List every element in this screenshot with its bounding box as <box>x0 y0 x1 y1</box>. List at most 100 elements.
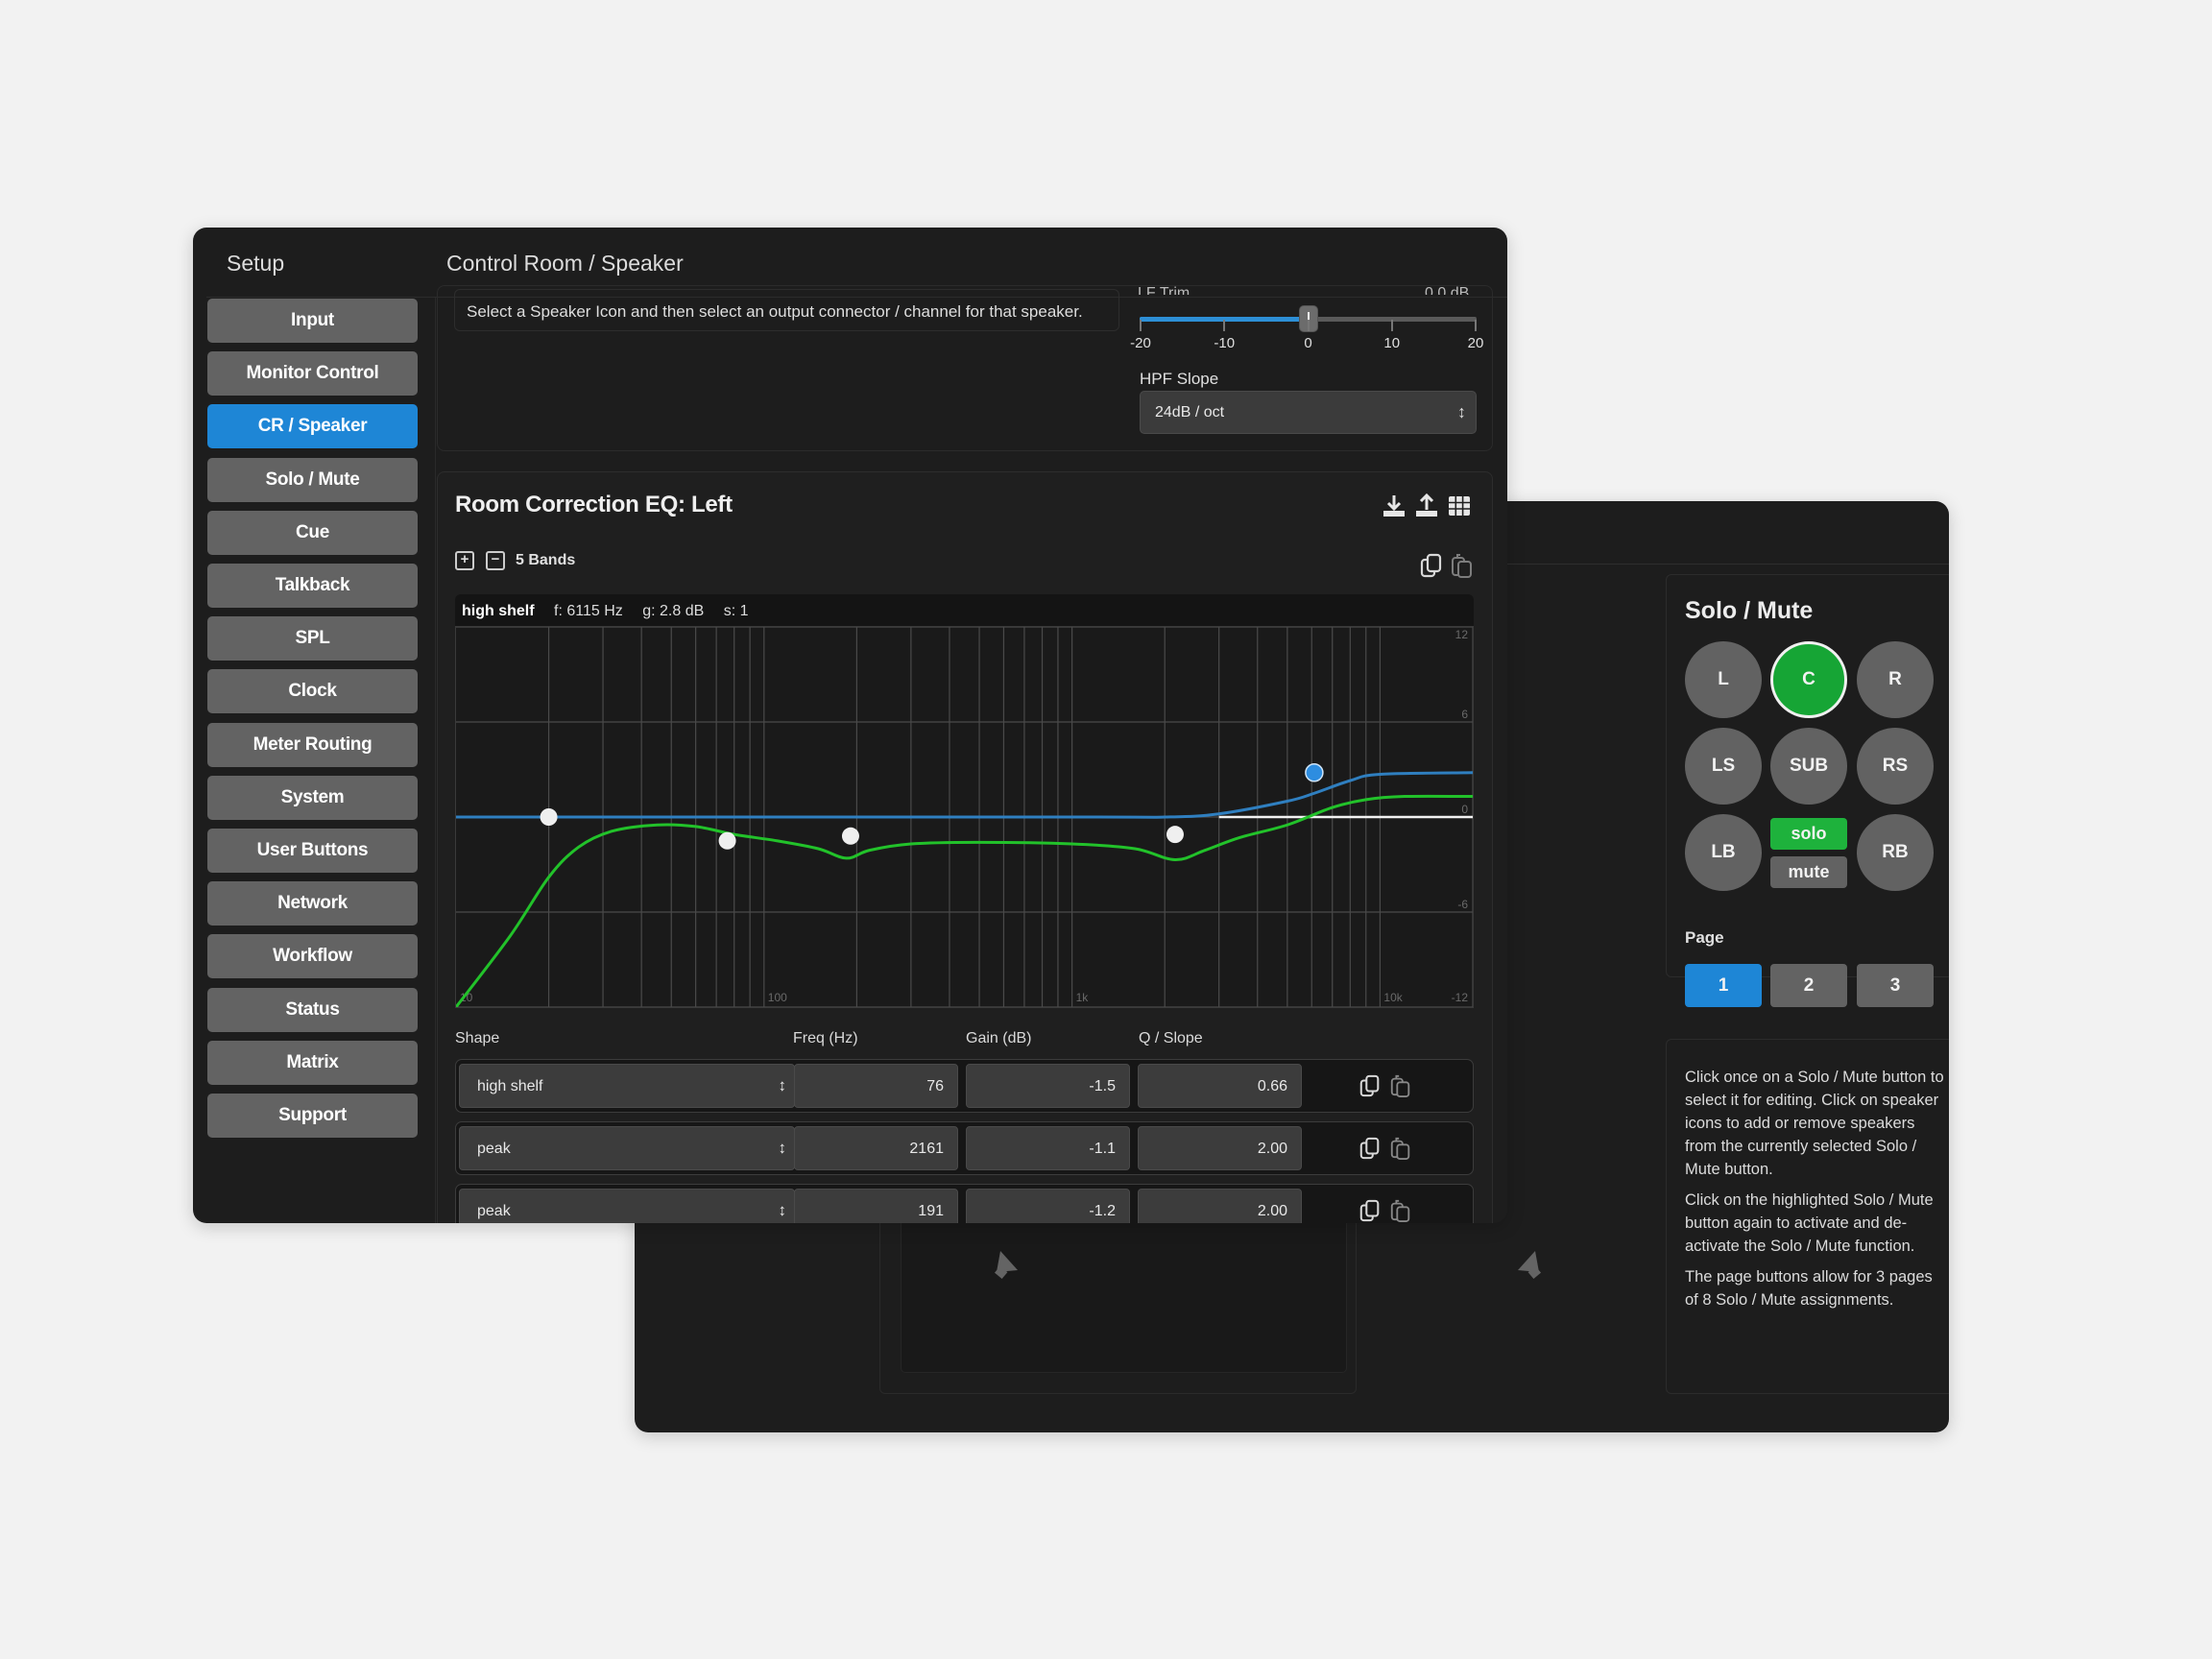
band-shape-select[interactable]: peak ↕ <box>459 1126 795 1170</box>
band-shape-value: peak <box>477 1141 511 1157</box>
band-freq-input[interactable]: 76 <box>794 1064 958 1108</box>
eq-title: Room Correction EQ: Left <box>455 492 733 517</box>
eq-graph[interactable]: 10 100 1k 10k1260-6-12 <box>455 626 1474 1008</box>
solo-mute-button-c[interactable]: C <box>1770 641 1847 718</box>
mute-toggle[interactable]: mute <box>1770 856 1847 888</box>
sidebar-item-matrix[interactable]: Matrix <box>207 1040 418 1085</box>
sidebar-item-system[interactable]: System <box>207 775 418 820</box>
paste-band-icon[interactable] <box>1389 1198 1412 1223</box>
copy-icon[interactable] <box>1419 552 1444 579</box>
copy-band-icon[interactable] <box>1358 1073 1382 1098</box>
hpf-slope-value: 24dB / oct <box>1155 404 1225 421</box>
band-q-input[interactable]: 2.00 <box>1138 1189 1302 1223</box>
sidebar-item-spl[interactable]: SPL <box>207 616 418 661</box>
solo-mute-button-ls[interactable]: LS <box>1685 728 1762 805</box>
help-paragraph: The page buttons allow for 3 pages of 8 … <box>1685 1268 1933 1309</box>
solo-mute-button-r[interactable]: R <box>1857 641 1934 718</box>
sidebar-item-input[interactable]: Input <box>207 299 418 343</box>
band-gain-input[interactable]: -1.1 <box>966 1126 1130 1170</box>
sidebar-item-meter-routing[interactable]: Meter Routing <box>207 722 418 767</box>
band-handle[interactable] <box>1166 826 1184 844</box>
select-arrows-icon: ↕ <box>778 1201 787 1219</box>
upload-icon[interactable] <box>1413 493 1440 519</box>
download-icon[interactable] <box>1381 493 1407 519</box>
sidebar-item-support[interactable]: Support <box>207 1094 418 1138</box>
copy-band-icon[interactable] <box>1358 1136 1382 1161</box>
page-button-3[interactable]: 3 <box>1857 964 1934 1007</box>
slider-tick-label: -10 <box>1214 335 1236 351</box>
sidebar-item-monitor-control[interactable]: Monitor Control <box>207 351 418 397</box>
add-band-button[interactable]: + <box>455 551 474 570</box>
copy-band-icon[interactable] <box>1358 1198 1382 1223</box>
speaker-icon-back-left[interactable] <box>991 1247 1025 1282</box>
band-q-input[interactable]: 0.66 <box>1138 1064 1302 1108</box>
x-tick-label: 10k <box>1383 991 1403 1004</box>
sidebar-item-workflow[interactable]: Workflow <box>207 934 418 979</box>
sidebar-item-talkback[interactable]: Talkback <box>207 564 418 608</box>
slider-tick <box>1140 320 1142 331</box>
band-handle[interactable] <box>718 831 736 850</box>
slider-tick <box>1475 320 1477 331</box>
solo-mute-button-sub[interactable]: SUB <box>1770 728 1847 805</box>
sidebar-item-network[interactable]: Network <box>207 881 418 926</box>
y-tick-label: -6 <box>1457 898 1468 911</box>
hpf-slope-select[interactable]: 24dB / oct ↕ <box>1140 391 1477 434</box>
solo-mute-button-l[interactable]: L <box>1685 641 1762 718</box>
select-arrows-icon: ↕ <box>778 1139 787 1157</box>
band-row: peak ↕ 191 -1.2 2.00 <box>455 1184 1474 1223</box>
sidebar-item-solo-mute[interactable]: Solo / Mute <box>207 457 418 502</box>
y-tick-label: 6 <box>1461 708 1468 721</box>
page-button-2[interactable]: 2 <box>1770 964 1847 1007</box>
band-gain: g: 2.8 dB <box>642 603 705 619</box>
y-tick-label: -12 <box>1452 991 1469 1004</box>
remove-band-button[interactable]: − <box>486 551 505 570</box>
band-handle[interactable] <box>540 808 558 826</box>
help-paragraph: Click once on a Solo / Mute button to se… <box>1685 1069 1944 1178</box>
solo-toggle[interactable]: solo <box>1770 818 1847 850</box>
band-freq-input[interactable]: 2161 <box>794 1126 958 1170</box>
paste-band-icon[interactable] <box>1389 1073 1412 1098</box>
band-handle[interactable] <box>841 827 859 845</box>
trim-value: 0.0 dB <box>1425 285 1470 295</box>
band-freq-input[interactable]: 191 <box>794 1189 958 1223</box>
y-tick-label: 0 <box>1461 803 1468 816</box>
band-slope: s: 1 <box>723 603 749 619</box>
solo-mute-button-rb[interactable]: RB <box>1857 814 1934 891</box>
paste-icon[interactable] <box>1450 552 1475 579</box>
control-room-speaker-window: Setup Control Room / Speaker Input Monito… <box>193 228 1507 1223</box>
page-label: Page <box>1685 928 1724 947</box>
band-shape: high shelf <box>462 603 535 619</box>
slider-tick <box>1390 320 1393 331</box>
solo-mute-button-rs[interactable]: RS <box>1857 728 1934 805</box>
sidebar-item-user-buttons[interactable]: User Buttons <box>207 829 418 873</box>
band-shape-select[interactable]: peak ↕ <box>459 1189 795 1223</box>
sidebar-item-cr-speaker[interactable]: CR / Speaker <box>207 404 418 449</box>
solo-mute-button-lb[interactable]: LB <box>1685 814 1762 891</box>
x-tick-label: 100 <box>768 991 787 1004</box>
band-gain-input[interactable]: -1.2 <box>966 1189 1130 1223</box>
select-arrows-icon: ↕ <box>1457 402 1466 421</box>
y-tick-label: 12 <box>1455 628 1469 641</box>
selected-band-info: high shelf f: 6115 Hz g: 2.8 dB s: 1 <box>455 594 1474 626</box>
band-shape-select[interactable]: high shelf ↕ <box>459 1064 795 1108</box>
speaker-icon-back-right[interactable] <box>1510 1247 1545 1282</box>
help-text: Click once on a Solo / Mute button to se… <box>1685 1066 1949 1319</box>
band-q-input[interactable]: 2.00 <box>1138 1126 1302 1170</box>
col-header-freq: Freq (Hz) <box>793 1030 858 1046</box>
section-title: Setup <box>227 251 285 276</box>
grid-icon[interactable] <box>1446 493 1473 519</box>
band-handle-selected[interactable] <box>1305 763 1324 782</box>
bands-count: 5 Bands <box>516 552 576 568</box>
hpf-slope-label: HPF Slope <box>1140 370 1219 388</box>
sidebar-item-cue[interactable]: Cue <box>207 510 418 555</box>
total-response-curve <box>456 794 1473 1007</box>
page-button-1[interactable]: 1 <box>1685 964 1762 1007</box>
band-row: high shelf ↕ 76 -1.5 0.66 <box>455 1059 1474 1113</box>
sidebar-item-status[interactable]: Status <box>207 987 418 1032</box>
band-gain-input[interactable]: -1.5 <box>966 1064 1130 1108</box>
sidebar-divider <box>435 298 436 1223</box>
paste-band-icon[interactable] <box>1389 1136 1412 1161</box>
sidebar-item-clock[interactable]: Clock <box>207 669 418 714</box>
col-header-gain: Gain (dB) <box>966 1030 1032 1046</box>
col-header-shape: Shape <box>455 1030 500 1046</box>
